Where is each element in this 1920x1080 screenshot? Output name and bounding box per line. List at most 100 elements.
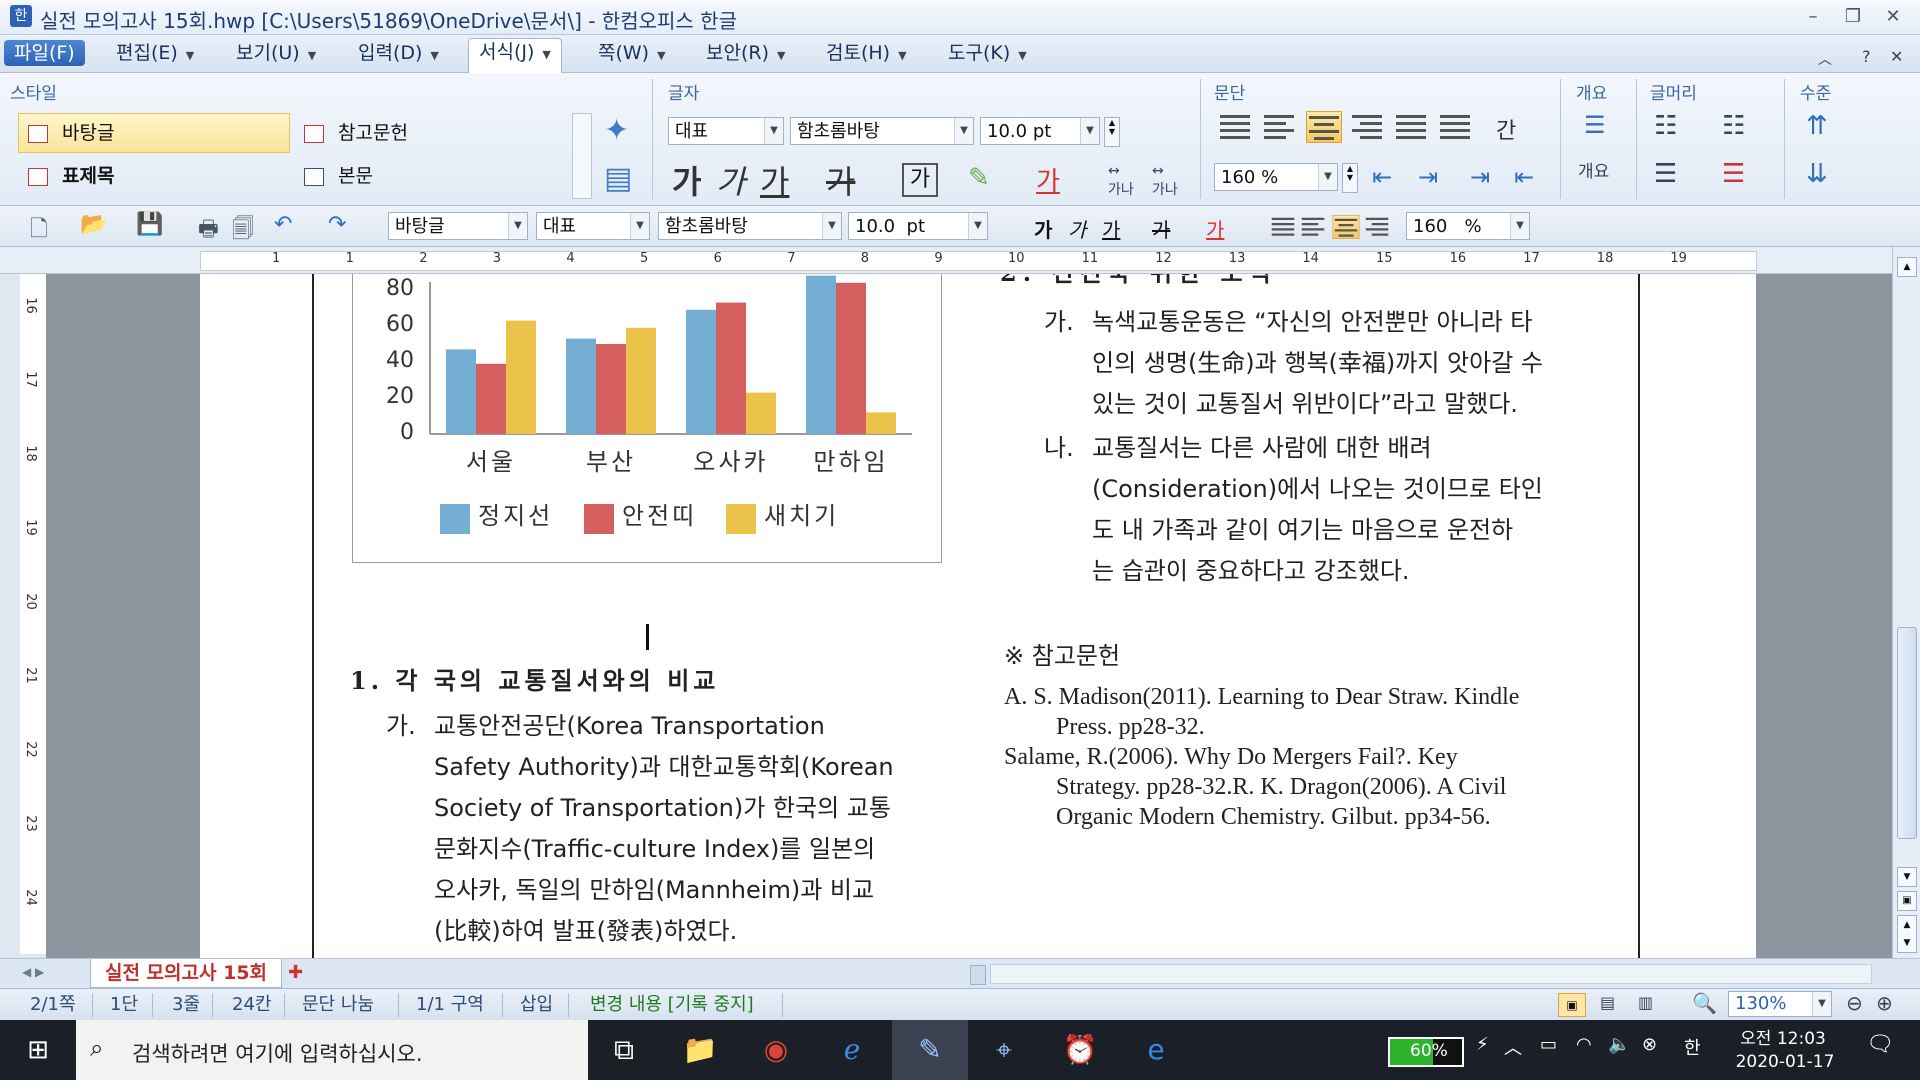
print-preview-icon[interactable]: 🗐 xyxy=(232,212,254,250)
toolbar-font-name-select[interactable]: 함초롬바탕 ▼ xyxy=(658,212,842,240)
scroll-thumb[interactable] xyxy=(1897,627,1917,839)
style-add-icon[interactable]: ✦ xyxy=(604,113,629,148)
level-down-icon[interactable]: ⇊ xyxy=(1806,159,1828,189)
menu-insert[interactable]: 입력(D) ▼ xyxy=(348,40,449,66)
restore-icon[interactable]: ❐ xyxy=(1840,6,1866,28)
view-normal-icon[interactable]: ▤ xyxy=(1600,993,1615,1012)
menu-view[interactable]: 보기(U) ▼ xyxy=(226,40,326,66)
ime-indicator[interactable]: 한 xyxy=(1684,1034,1701,1060)
clock-app-icon[interactable]: ⏰ xyxy=(1060,1030,1100,1070)
bullet-list-icon[interactable]: ☷ xyxy=(1654,111,1677,141)
undo-icon[interactable]: ↶ xyxy=(274,212,292,237)
numbered-list-icon[interactable]: ☰ xyxy=(1654,159,1677,189)
app-taskbar-icon[interactable]: ⌖ xyxy=(984,1030,1024,1070)
align-center-icon[interactable] xyxy=(1306,111,1342,143)
style-scroll[interactable] xyxy=(572,113,592,199)
tray-icon[interactable]: ⚡ xyxy=(1476,1034,1489,1055)
toolbar-italic-button[interactable]: 가 xyxy=(1068,214,1086,243)
strike-button[interactable]: 가 xyxy=(826,157,855,203)
zoom-select[interactable]: 130% ▼ xyxy=(1728,991,1832,1017)
font-lang-select[interactable]: 대표 ▼ xyxy=(668,117,784,145)
internet-explorer-icon[interactable]: ℯ xyxy=(832,1030,872,1070)
align-right-icon[interactable] xyxy=(1350,111,1384,141)
toolbar-align-left-icon[interactable] xyxy=(1300,215,1326,238)
save-icon[interactable]: 💾 xyxy=(136,212,163,237)
windows-start-icon[interactable]: ⊞ xyxy=(18,1030,58,1070)
hwp-taskbar-icon[interactable]: ✎ xyxy=(910,1030,950,1070)
hscroll-thumb[interactable] xyxy=(970,965,986,985)
vertical-scrollbar[interactable]: ▲ ▼ ▣ ▲ ▼ xyxy=(1892,247,1920,959)
close-doc-icon[interactable]: ✕ xyxy=(1890,47,1903,66)
new-doc-icon[interactable]: 🗋 xyxy=(30,212,48,250)
line-spacing-stepper[interactable]: ▲ ▼ xyxy=(1342,163,1358,193)
menu-tools[interactable]: 도구(K) ▼ xyxy=(938,40,1037,66)
char-spacing-narrow-icon[interactable]: ↔ 가나 xyxy=(1108,163,1134,199)
horizontal-ruler[interactable]: 1 1 2 3 4 5 6 7 8 9 10 11 12 13 14 15 16 17 18 19 xyxy=(0,247,1920,274)
tab-nav-icon[interactable]: ◀ ▶ xyxy=(22,965,44,979)
network-icon[interactable]: ▭ xyxy=(1540,1034,1557,1055)
task-view-icon[interactable]: ⧉ xyxy=(604,1030,644,1070)
view-outline-icon[interactable]: ▥ xyxy=(1638,993,1653,1012)
status-insert-mode[interactable]: 삽입 xyxy=(520,993,553,1017)
toolbar-align-right-icon[interactable] xyxy=(1364,215,1390,238)
menu-page[interactable]: 쪽(W) ▼ xyxy=(588,40,676,66)
font-name-select[interactable]: 함초롬바탕 ▼ xyxy=(790,117,974,145)
char-border-icon[interactable]: 가 xyxy=(902,163,938,197)
style-item-table-title[interactable]: 표제목 xyxy=(28,161,114,188)
scroll-up-icon[interactable]: ▲ xyxy=(1897,257,1917,277)
align-left-icon[interactable] xyxy=(1262,111,1296,141)
align-distribute-icon[interactable] xyxy=(1394,111,1428,141)
align-split-icon[interactable] xyxy=(1438,111,1472,141)
taskbar-search-box[interactable]: ⌕ 검색하려면 여기에 입력하십시오. xyxy=(76,1020,588,1080)
clock-date[interactable]: 2020-01-17 xyxy=(1730,1052,1840,1072)
toolbar-strike-button[interactable]: 가 xyxy=(1152,214,1170,243)
align-justify-icon[interactable] xyxy=(1218,111,1252,141)
wifi-icon[interactable]: ◠ xyxy=(1576,1034,1592,1055)
redo-icon[interactable]: ↷ xyxy=(328,212,346,237)
font-size-stepper[interactable]: ▲ ▼ xyxy=(1104,117,1120,147)
new-tab-icon[interactable]: ✚ xyxy=(288,962,303,983)
status-track-changes[interactable]: 변경 내용 [기록 중지] xyxy=(590,993,754,1017)
page-view-icon[interactable]: ▣ xyxy=(1897,891,1917,911)
menu-review[interactable]: 검토(H) ▼ xyxy=(816,40,917,66)
collapse-ribbon-icon[interactable]: ︿ xyxy=(1818,49,1832,69)
underline-button[interactable]: 가 xyxy=(760,157,789,203)
status-page[interactable]: 2/1쪽 xyxy=(30,993,76,1017)
action-center-icon[interactable]: 🗨 xyxy=(1866,1032,1894,1057)
vertical-ruler[interactable]: 16 17 18 19 20 21 22 23 24 xyxy=(20,274,47,954)
bold-button[interactable]: 가 xyxy=(672,157,701,203)
toolbar-underline-button[interactable]: 가 xyxy=(1102,214,1120,243)
clock-time[interactable]: 오전 12:03 xyxy=(1738,1024,1828,1049)
toolbar-font-color-button[interactable]: 가 xyxy=(1206,214,1224,243)
number-style-icon[interactable]: ☰ xyxy=(1722,159,1745,189)
horizontal-scrollbar[interactable] xyxy=(990,964,1872,984)
help-icon[interactable]: ? xyxy=(1862,47,1871,66)
style-item-batang[interactable]: 바탕글 xyxy=(28,118,114,145)
toolbar-font-lang-select[interactable]: 대표 ▼ xyxy=(536,212,650,240)
outline-button-label[interactable]: 개요 xyxy=(1578,157,1609,182)
chrome-icon[interactable]: ◉ xyxy=(756,1030,796,1070)
bullet-style-icon[interactable]: ☷ xyxy=(1722,111,1745,141)
file-explorer-icon[interactable]: 📁 xyxy=(680,1030,720,1070)
style-item-body[interactable]: 본문 xyxy=(304,161,373,188)
view-page-icon[interactable]: ▣ xyxy=(1558,993,1586,1017)
print-icon[interactable]: 🖶 xyxy=(198,212,219,250)
volume-icon[interactable]: 🔈 xyxy=(1608,1034,1630,1055)
close-icon[interactable]: ✕ xyxy=(1880,6,1906,28)
decrease-spacing-icon[interactable]: ⇤ xyxy=(1372,163,1392,191)
menu-edit[interactable]: 편집(E) ▼ xyxy=(106,40,204,66)
italic-button[interactable]: 가 xyxy=(716,157,745,203)
zoom-in-icon[interactable]: ⊕ xyxy=(1876,991,1893,1015)
hwp-app-icon[interactable]: 한 xyxy=(10,5,32,27)
edge-icon[interactable]: e xyxy=(1136,1030,1176,1070)
line-spacing-select[interactable]: 160 % ▼ xyxy=(1214,163,1338,191)
menu-file[interactable]: 파일(F) xyxy=(4,40,85,66)
notification-x-icon[interactable]: ⊗ xyxy=(1642,1034,1657,1055)
toolbar-line-spacing-select[interactable]: 160 % ▼ xyxy=(1406,212,1530,240)
document-tab[interactable]: 실전 모의고사 15회 xyxy=(90,959,282,988)
indent-icon[interactable]: ⇥ xyxy=(1470,163,1490,191)
toolbar-font-size-select[interactable]: 10.0 pt ▼ xyxy=(848,212,988,240)
show-hidden-icon[interactable]: ︿ xyxy=(1504,1034,1522,1060)
style-edit-icon[interactable]: ▤ xyxy=(604,161,632,196)
toolbar-align-center-icon[interactable] xyxy=(1332,215,1360,239)
